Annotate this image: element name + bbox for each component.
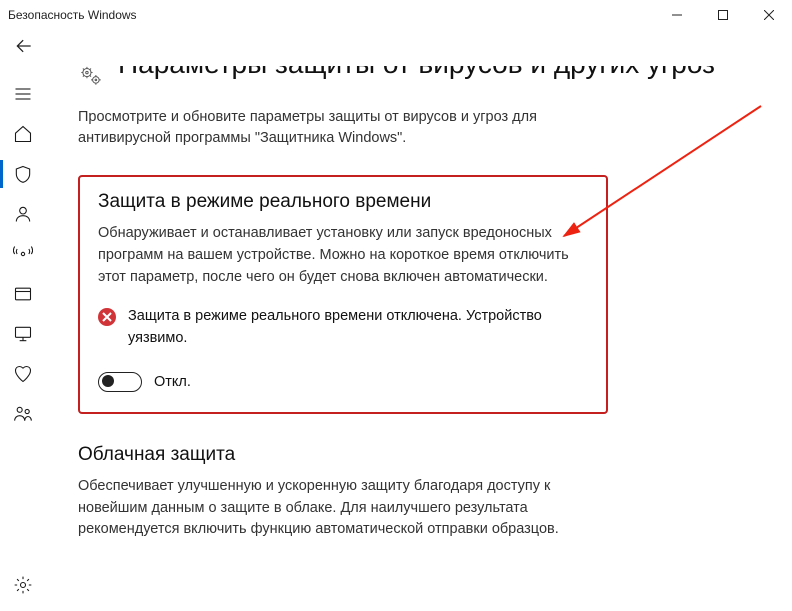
realtime-toggle-label: Откл. [154,374,191,390]
realtime-title: Защита в режиме реального времени [98,191,588,213]
minimize-button[interactable] [654,0,700,30]
cloud-protection-section: Облачная защита Обеспечивает улучшенную … [78,444,608,541]
sidebar-item-settings[interactable] [0,565,46,605]
sidebar-item-virus-protection[interactable] [0,154,46,194]
error-icon [98,308,116,326]
sidebar-item-device-health[interactable] [0,354,46,394]
sidebar [0,66,46,611]
hamburger-menu[interactable] [0,74,46,114]
sidebar-item-app-browser[interactable] [0,274,46,314]
realtime-description: Обнаруживает и останавливает установку и… [98,223,588,288]
window-controls [654,0,792,30]
page-subtitle: Просмотрите и обновите параметры защиты … [78,107,598,149]
back-row [0,30,792,66]
realtime-toggle-row: Откл. [98,372,588,392]
sidebar-item-family[interactable] [0,394,46,434]
sidebar-item-firewall[interactable] [0,234,46,274]
window-title: Безопасность Windows [8,8,654,22]
sidebar-item-account[interactable] [0,194,46,234]
realtime-protection-section: Защита в режиме реального времени Обнару… [78,175,608,414]
page-header: Параметры защиты от вирусов и других угр… [78,66,752,93]
back-button[interactable] [14,36,34,61]
maximize-button[interactable] [700,0,746,30]
realtime-alert: Защита в режиме реального времени отключ… [98,306,588,350]
realtime-alert-text: Защита в режиме реального времени отключ… [128,306,588,350]
titlebar: Безопасность Windows [0,0,792,30]
realtime-toggle[interactable] [98,372,142,392]
cloud-title: Облачная защита [78,444,608,466]
page-title: Параметры защиты от вирусов и других угр… [118,66,715,81]
cloud-description: Обеспечивает улучшенную и ускоренную защ… [78,476,608,541]
settings-gears-icon [78,66,104,93]
sidebar-item-device-security[interactable] [0,314,46,354]
close-button[interactable] [746,0,792,30]
content-area: Параметры защиты от вирусов и других угр… [46,66,792,611]
sidebar-item-home[interactable] [0,114,46,154]
